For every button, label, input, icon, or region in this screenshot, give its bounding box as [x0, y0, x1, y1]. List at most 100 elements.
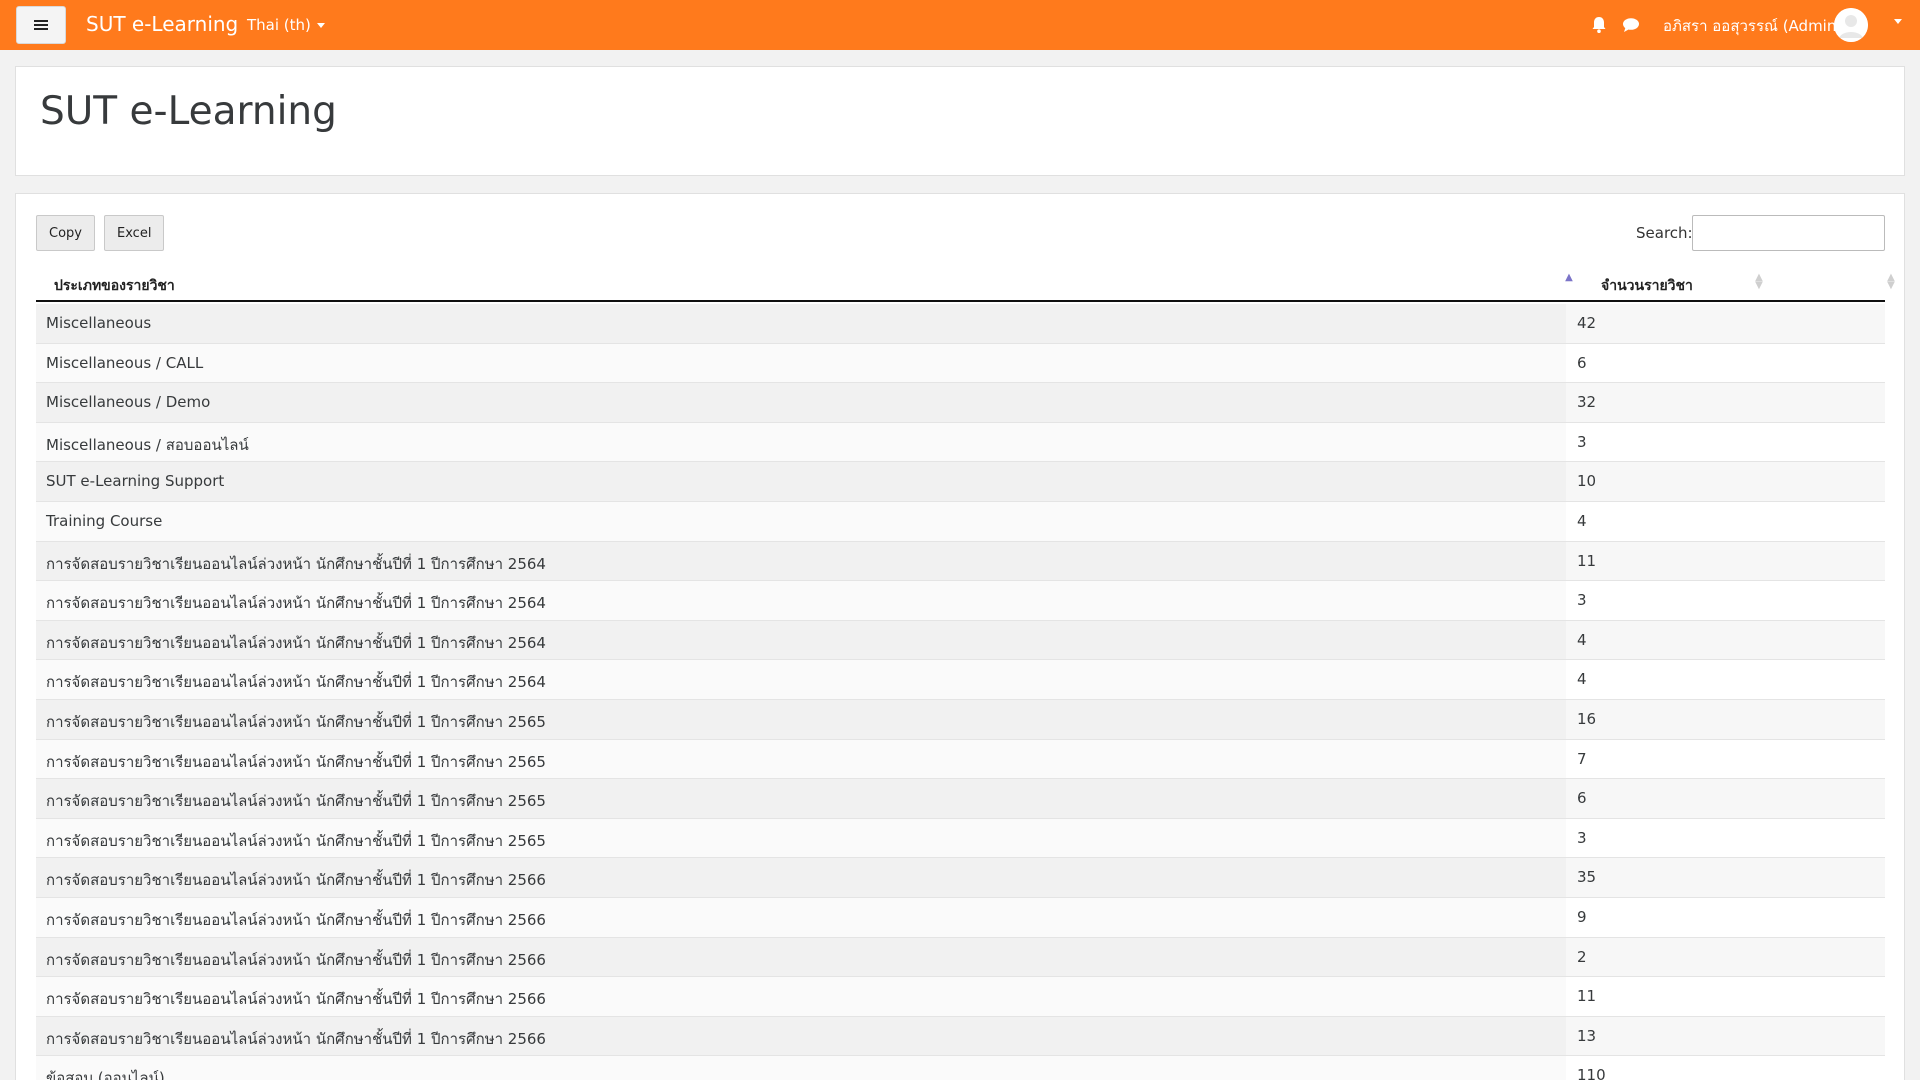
avatar[interactable] [1834, 8, 1868, 42]
table-row: Miscellaneous / CALL 6 [36, 343, 1885, 384]
table-row: SUT e-Learning Support 10 [36, 462, 1885, 502]
page-title: SUT e-Learning [40, 89, 337, 134]
count-value: 2 [1577, 947, 1587, 966]
search-input[interactable] [1692, 215, 1885, 251]
count-cell: 13 [1566, 1016, 1885, 1056]
count-cell: 3 [1566, 422, 1885, 462]
top-navbar: SUT e-Learning Thai (th) อภิสรา ออสุวรรณ… [0, 0, 1920, 50]
count-cell: 7 [1566, 739, 1885, 779]
user-menu-chevron-down-icon[interactable] [1894, 19, 1902, 24]
category-cell: การจัดสอบรายวิชาเรียนออนไลน์ล่วงหน้า นัก… [46, 950, 546, 969]
count-cell: 42 [1566, 304, 1885, 343]
category-cell: การจัดสอบรายวิชาเรียนออนไลน์ล่วงหน้า นัก… [46, 633, 546, 652]
category-cell: การจัดสอบรายวิชาเรียนออนไลน์ล่วงหน้า นัก… [46, 792, 546, 811]
count-value: 42 [1577, 314, 1597, 332]
count-value: 10 [1577, 472, 1597, 491]
bell-icon[interactable] [1591, 16, 1607, 34]
count-cell: 10 [1566, 462, 1885, 501]
count-value: 13 [1577, 1026, 1597, 1045]
count-cell: 11 [1566, 977, 1885, 1016]
category-cell: การจัดสอบรายวิชาเรียนออนไลน์ล่วงหน้า นัก… [46, 911, 546, 929]
category-cell: Miscellaneous / CALL [46, 353, 204, 372]
category-cell: การจัดสอบรายวิชาเรียนออนไลน์ล่วงหน้า นัก… [46, 554, 546, 573]
count-value: 9 [1577, 908, 1587, 926]
language-menu[interactable]: Thai (th) [247, 16, 325, 34]
page-header: SUT e-Learning [15, 66, 1905, 176]
category-cell: Miscellaneous / สอบออนไลน์ [46, 435, 249, 454]
count-cell: 4 [1566, 620, 1885, 660]
count-value: 4 [1577, 512, 1587, 530]
menu-icon [34, 19, 48, 31]
search-label: Search: [1636, 224, 1693, 242]
count-cell: 4 [1566, 502, 1885, 541]
column-header-count[interactable]: จำนวนรายวิชา [1601, 275, 1693, 297]
category-cell: การจัดสอบรายวิชาเรียนออนไลน์ล่วงหน้า นัก… [46, 673, 546, 692]
category-cell: SUT e-Learning Support [46, 472, 225, 491]
count-value: 32 [1577, 393, 1597, 412]
sort-both-icon[interactable]: ▲ ▼ [1754, 273, 1764, 291]
user-avatar-icon [1834, 8, 1868, 42]
count-value: 3 [1577, 591, 1587, 610]
count-cell: 6 [1566, 779, 1885, 818]
count-cell: 9 [1566, 898, 1885, 937]
table-row: การจัดสอบรายวิชาเรียนออนไลน์ล่วงหน้า นัก… [36, 660, 1885, 700]
table-row: Training Course 4 [36, 502, 1885, 542]
category-cell: การจัดสอบรายวิชาเรียนออนไลน์ล่วงหน้า นัก… [46, 594, 546, 613]
count-value: 7 [1577, 749, 1587, 768]
count-value: 4 [1577, 630, 1587, 649]
table-row: การจัดสอบรายวิชาเรียนออนไลน์ล่วงหน้า นัก… [36, 858, 1885, 898]
table-row: Miscellaneous / Demo 32 [36, 383, 1885, 423]
category-cell: การจัดสอบรายวิชาเรียนออนไลน์ล่วงหน้า นัก… [46, 752, 546, 771]
chat-icon[interactable] [1622, 17, 1640, 33]
count-cell: 32 [1566, 383, 1885, 422]
count-cell: 3 [1566, 818, 1885, 858]
table-row: การจัดสอบรายวิชาเรียนออนไลน์ล่วงหน้า นัก… [36, 700, 1885, 740]
sort-asc-icon[interactable]: ▲ [1564, 273, 1574, 283]
count-cell: 16 [1566, 700, 1885, 739]
count-cell: 110 [1566, 1056, 1885, 1080]
count-value: 3 [1577, 432, 1587, 451]
table-row: การจัดสอบรายวิชาเรียนออนไลน์ล่วงหน้า นัก… [36, 779, 1885, 819]
count-value: 35 [1577, 868, 1597, 887]
count-value: 6 [1577, 353, 1587, 372]
category-cell: การจัดสอบรายวิชาเรียนออนไลน์ล่วงหน้า นัก… [46, 990, 546, 1009]
count-value: 110 [1577, 1066, 1606, 1080]
table-row: การจัดสอบรายวิชาเรียนออนไลน์ล่วงหน้า นัก… [36, 581, 1885, 621]
count-value: 3 [1577, 828, 1587, 847]
user-name[interactable]: อภิสรา ออสุวรรณ์ (Admin) [1663, 14, 1842, 38]
category-cell: ข้อสอบ (ออนไลน์) [46, 1069, 165, 1080]
count-value: 6 [1577, 789, 1587, 808]
table-row: Miscellaneous 42 [36, 304, 1885, 344]
column-header-category[interactable]: ประเภทของรายวิชา [54, 275, 175, 297]
category-cell: การจัดสอบรายวิชาเรียนออนไลน์ล่วงหน้า นัก… [46, 831, 546, 850]
table-row: การจัดสอบรายวิชาเรียนออนไลน์ล่วงหน้า นัก… [36, 620, 1885, 661]
table-row: การจัดสอบรายวิชาเรียนออนไลน์ล่วงหน้า นัก… [36, 818, 1885, 859]
sort-both-icon[interactable]: ▲ ▼ [1886, 273, 1896, 291]
excel-button[interactable]: Excel [104, 215, 164, 251]
table-row: การจัดสอบรายวิชาเรียนออนไลน์ล่วงหน้า นัก… [36, 739, 1885, 780]
language-label: Thai (th) [247, 16, 311, 34]
table-row: การจัดสอบรายวิชาเรียนออนไลน์ล่วงหน้า นัก… [36, 977, 1885, 1017]
category-cell: การจัดสอบรายวิชาเรียนออนไลน์ล่วงหน้า นัก… [46, 1029, 546, 1048]
chevron-down-icon [316, 23, 325, 28]
site-brand-link[interactable]: SUT e-Learning [86, 12, 238, 36]
count-value: 11 [1577, 987, 1597, 1006]
count-value: 4 [1577, 670, 1587, 689]
category-cell: Miscellaneous [46, 314, 152, 332]
count-cell: 35 [1566, 858, 1885, 897]
report-panel: Copy Excel Search: ประเภทของรายวิชา ▲ จำ… [15, 193, 1905, 1080]
table-row: การจัดสอบรายวิชาเรียนออนไลน์ล่วงหน้า นัก… [36, 1016, 1885, 1057]
count-cell: 6 [1566, 343, 1885, 383]
category-cell: การจัดสอบรายวิชาเรียนออนไลน์ล่วงหน้า นัก… [46, 871, 546, 890]
count-cell: 4 [1566, 660, 1885, 699]
count-value: 16 [1577, 710, 1597, 728]
menu-toggle-button[interactable] [16, 6, 66, 44]
table-row: การจัดสอบรายวิชาเรียนออนไลน์ล่วงหน้า นัก… [36, 541, 1885, 582]
table-row: การจัดสอบรายวิชาเรียนออนไลน์ล่วงหน้า นัก… [36, 898, 1885, 938]
table-row: การจัดสอบรายวิชาเรียนออนไลน์ล่วงหน้า นัก… [36, 937, 1885, 978]
copy-button[interactable]: Copy [36, 215, 95, 251]
count-value: 11 [1577, 551, 1597, 570]
category-cell: Miscellaneous / Demo [46, 393, 211, 412]
table-row: ข้อสอบ (ออนไลน์) 110 [36, 1056, 1885, 1080]
count-cell: 11 [1566, 541, 1885, 581]
